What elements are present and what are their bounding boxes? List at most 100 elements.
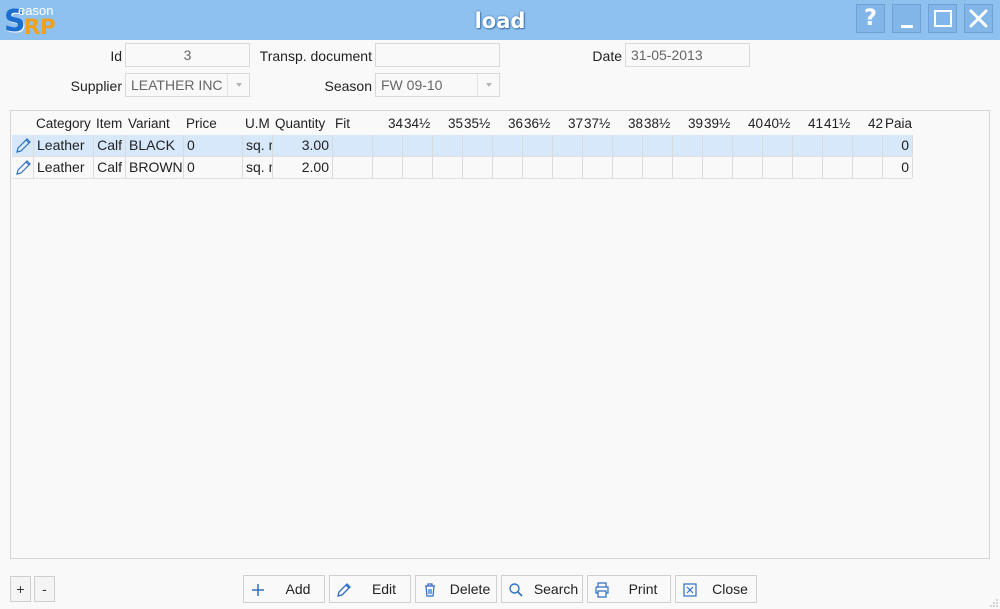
cell-size[interactable] — [763, 135, 793, 156]
edit-row-button[interactable] — [12, 157, 34, 178]
close-button[interactable]: Close — [675, 575, 757, 603]
cell-variant[interactable]: BLACK — [126, 135, 184, 156]
cell-size[interactable] — [823, 157, 853, 178]
cell-size[interactable] — [433, 135, 463, 156]
cell-size[interactable] — [613, 157, 643, 178]
cell-fit[interactable] — [333, 135, 373, 156]
cell-fit[interactable] — [333, 157, 373, 178]
help-button[interactable]: ? — [856, 4, 885, 33]
cell-quantity[interactable]: 3.00 — [273, 135, 333, 156]
table-row[interactable]: Leather Calf BROWN 0 sq. m 2.00 0 — [12, 157, 913, 179]
column-header-size-36[interactable]: 36 — [508, 116, 523, 131]
column-header-size-34[interactable]: 34 — [388, 116, 403, 131]
edit-button[interactable]: Edit — [329, 575, 411, 603]
cell-size[interactable] — [673, 135, 703, 156]
column-header-fit[interactable]: Fit — [335, 116, 350, 131]
column-header-size-37-half[interactable]: 37½ — [584, 116, 610, 131]
add-row-small-button[interactable]: + — [10, 576, 31, 602]
chevron-down-icon[interactable] — [227, 74, 249, 96]
cell-um[interactable]: sq. m — [243, 135, 273, 156]
cell-paia[interactable]: 0 — [883, 157, 913, 178]
cell-size[interactable] — [523, 135, 553, 156]
transp-document-field[interactable] — [375, 43, 500, 67]
column-header-price[interactable]: Price — [186, 116, 217, 131]
id-field[interactable]: 3 — [125, 43, 250, 67]
cell-category[interactable]: Leather — [34, 157, 94, 178]
cell-size[interactable] — [373, 135, 403, 156]
table-row[interactable]: Leather Calf BLACK 0 sq. m 3.00 0 — [12, 135, 913, 157]
cell-size[interactable] — [703, 157, 733, 178]
remove-row-small-button[interactable]: - — [34, 576, 55, 602]
column-header-size-41[interactable]: 41 — [808, 116, 823, 131]
cell-size[interactable] — [463, 157, 493, 178]
column-header-size-40[interactable]: 40 — [748, 116, 763, 131]
column-header-size-41-half[interactable]: 41½ — [824, 116, 850, 131]
cell-size[interactable] — [703, 135, 733, 156]
cell-variant[interactable]: BROWN — [126, 157, 184, 178]
cell-quantity[interactable]: 2.00 — [273, 157, 333, 178]
cell-size[interactable] — [643, 135, 673, 156]
column-header-size-35-half[interactable]: 35½ — [464, 116, 490, 131]
items-grid[interactable]: Category Item Variant Price U.M Quantity… — [10, 110, 990, 559]
cell-size[interactable] — [643, 157, 673, 178]
delete-button[interactable]: Delete — [415, 575, 497, 603]
supplier-select[interactable]: LEATHER INC — [125, 73, 250, 97]
cell-size[interactable] — [433, 157, 463, 178]
date-field[interactable]: 31-05-2013 — [625, 43, 750, 67]
cell-price[interactable]: 0 — [184, 157, 243, 178]
close-window-button[interactable] — [964, 4, 993, 33]
add-button[interactable]: Add — [243, 575, 325, 603]
cell-size[interactable] — [853, 157, 883, 178]
cell-size[interactable] — [733, 135, 763, 156]
cell-price[interactable]: 0 — [184, 135, 243, 156]
cell-size[interactable] — [373, 157, 403, 178]
cell-size[interactable] — [733, 157, 763, 178]
cell-item[interactable]: Calf — [94, 135, 126, 156]
column-header-paia[interactable]: Paia — [885, 116, 912, 131]
print-button[interactable]: Print — [587, 575, 671, 603]
column-header-um[interactable]: U.M — [245, 116, 270, 131]
cell-category[interactable]: Leather — [34, 135, 94, 156]
column-header-quantity[interactable]: Quantity — [275, 116, 325, 131]
cell-size[interactable] — [553, 157, 583, 178]
column-header-size-37[interactable]: 37 — [568, 116, 583, 131]
cell-size[interactable] — [403, 135, 433, 156]
column-header-category[interactable]: Category — [36, 116, 91, 131]
minimize-button[interactable] — [892, 4, 921, 33]
column-header-size-42[interactable]: 42 — [868, 116, 883, 131]
search-button[interactable]: Search — [501, 575, 583, 603]
column-header-size-40-half[interactable]: 40½ — [764, 116, 790, 131]
cell-size[interactable] — [853, 135, 883, 156]
column-header-size-38-half[interactable]: 38½ — [644, 116, 670, 131]
cell-um[interactable]: sq. m — [243, 157, 273, 178]
cell-size[interactable] — [583, 135, 613, 156]
column-header-size-34-half[interactable]: 34½ — [404, 116, 430, 131]
cell-size[interactable] — [613, 135, 643, 156]
column-header-size-39[interactable]: 39 — [688, 116, 703, 131]
cell-size[interactable] — [523, 157, 553, 178]
column-header-size-35[interactable]: 35 — [448, 116, 463, 131]
maximize-button[interactable] — [928, 4, 957, 33]
column-header-size-36-half[interactable]: 36½ — [524, 116, 550, 131]
resize-grip-icon[interactable] — [989, 598, 999, 608]
chevron-down-icon[interactable] — [477, 74, 499, 96]
column-header-variant[interactable]: Variant — [128, 116, 170, 131]
column-header-item[interactable]: Item — [96, 116, 122, 131]
cell-paia[interactable]: 0 — [883, 135, 913, 156]
cell-size[interactable] — [493, 135, 523, 156]
column-header-size-39-half[interactable]: 39½ — [704, 116, 730, 131]
cell-size[interactable] — [463, 135, 493, 156]
edit-row-button[interactable] — [12, 135, 34, 156]
cell-size[interactable] — [583, 157, 613, 178]
cell-size[interactable] — [823, 135, 853, 156]
cell-size[interactable] — [673, 157, 703, 178]
cell-size[interactable] — [793, 135, 823, 156]
cell-size[interactable] — [763, 157, 793, 178]
cell-size[interactable] — [553, 135, 583, 156]
column-header-size-38[interactable]: 38 — [628, 116, 643, 131]
cell-size[interactable] — [493, 157, 523, 178]
cell-item[interactable]: Calf — [94, 157, 126, 178]
cell-size[interactable] — [793, 157, 823, 178]
cell-size[interactable] — [403, 157, 433, 178]
season-select[interactable]: FW 09-10 — [375, 73, 500, 97]
